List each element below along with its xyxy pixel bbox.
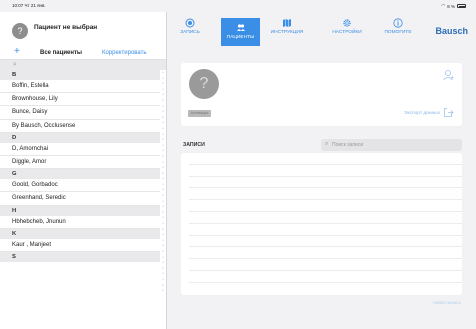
records-header: ЗАПИСИ ⌕ Поиск записи <box>181 139 462 151</box>
gear-icon <box>343 19 351 27</box>
edit-button[interactable]: Корректировать <box>102 50 147 56</box>
sidebar-header: ? Пациент не выбран <box>0 12 166 46</box>
export-data-button[interactable]: Экспорт данных <box>404 111 440 116</box>
status-time: 10:07 Чт 21 янв. <box>12 3 46 8</box>
tab-settings[interactable]: НАСТРОЙКИ <box>329 18 365 46</box>
search-icon: ⌕ <box>13 61 17 68</box>
list-item <box>189 247 462 260</box>
section-header: D <box>0 132 160 143</box>
patient-list-item[interactable]: Hbhebcheb, Jnunun <box>0 216 160 229</box>
export-icon[interactable] <box>443 107 454 118</box>
all-patients-title: Все пациенты <box>40 50 83 56</box>
records-title: ЗАПИСИ <box>183 142 205 148</box>
patient-list-item[interactable]: By Bausch, Occlusense <box>0 120 160 133</box>
tab-record[interactable]: ЗАПИСЬ <box>174 18 206 46</box>
patient-list-item[interactable]: Diggle, Amor <box>0 156 160 170</box>
list-item <box>189 271 462 283</box>
add-patient-button[interactable]: + <box>14 47 20 57</box>
tab-patients[interactable]: ПАЦИЕНТЫ <box>221 18 260 46</box>
activate-button[interactable]: Активация <box>188 110 211 117</box>
selected-patient-label: Пациент не выбран <box>34 24 98 31</box>
list-item <box>189 259 462 271</box>
avatar[interactable]: ? <box>12 23 28 39</box>
patient-list-item[interactable]: Kaur , Manjeet <box>0 239 160 252</box>
battery-icon <box>457 4 466 8</box>
status-bar: 10:07 Чт 21 янв. ◠ 8 % <box>0 0 476 12</box>
tab-settings-label: НАСТРОЙКИ <box>332 30 362 35</box>
patient-card: ? Активация Экспорт данных <box>181 63 462 126</box>
status-indicators: ◠ 8 % <box>441 3 466 9</box>
tab-patients-label: ПАЦИЕНТЫ <box>226 35 255 40</box>
new-record-button[interactable]: Новая запись <box>433 300 461 305</box>
list-item <box>189 153 462 165</box>
section-header: K <box>0 228 160 239</box>
patient-list-item[interactable]: Bunce, Daisy <box>0 106 160 120</box>
record-search-input[interactable]: ⌕ Поиск записи <box>321 139 462 151</box>
tab-instructions-label: ИНСТРУКЦИЯ <box>270 30 304 35</box>
search-icon: ⌕ <box>325 141 329 147</box>
section-header: S <box>0 251 160 262</box>
brand-logo: Bausch <box>435 26 468 36</box>
patient-search-input[interactable]: ⌕ <box>0 60 166 70</box>
section-header: B <box>0 70 160 80</box>
user-add-icon[interactable] <box>442 69 454 81</box>
list-item <box>189 165 462 177</box>
list-item <box>189 177 462 189</box>
patient-list: B Boffin, Estella Brownhouse, Lily Bunce, D… <box>0 70 160 262</box>
patient-sidebar: ? Пациент не выбран + Все пациенты Корре… <box>0 12 167 329</box>
list-item <box>189 200 462 212</box>
top-navigation: ЗАПИСЬ ПАЦИЕНТЫ ИНСТРУКЦИЯ НАСТРОЙКИ ПОМ… <box>167 12 476 46</box>
record-icon <box>185 18 195 28</box>
patient-list-item[interactable]: Boffin, Estella <box>0 80 160 94</box>
patients-icon <box>236 24 245 31</box>
patient-list-item[interactable]: Greenhand, Seredic <box>0 192 160 206</box>
tab-help-label: ПОМОГИТЕ <box>384 30 412 35</box>
info-icon <box>393 18 403 28</box>
list-item <box>189 236 462 248</box>
map-icon <box>283 19 291 27</box>
tab-help[interactable]: ПОМОГИТЕ <box>381 18 415 46</box>
alphabet-index[interactable]: • • • • • • • • • • • • • • • • • • • • • • • • • • • • • • • • • • • • • • • • <box>160 70 166 298</box>
tab-instructions[interactable]: ИНСТРУКЦИЯ <box>266 18 308 46</box>
wifi-icon: ◠ <box>441 3 446 8</box>
records-list <box>181 153 462 295</box>
list-item <box>189 212 462 224</box>
record-search-placeholder: Поиск записи <box>332 142 364 148</box>
list-item <box>189 224 462 236</box>
section-header: G <box>0 169 160 180</box>
patient-list-item[interactable]: D, Amornchai <box>0 143 160 157</box>
sidebar-toolbar: + Все пациенты Корректировать <box>0 46 166 60</box>
tab-record-label: ЗАПИСЬ <box>180 30 200 35</box>
patient-list-item[interactable]: Goold, Gorbadoc <box>0 179 160 193</box>
section-header: H <box>0 205 160 216</box>
list-item <box>189 188 462 201</box>
battery-percent: 8 % <box>447 3 455 9</box>
patient-list-item[interactable]: Brownhouse, Lily <box>0 93 160 107</box>
patient-avatar[interactable]: ? <box>189 69 219 99</box>
